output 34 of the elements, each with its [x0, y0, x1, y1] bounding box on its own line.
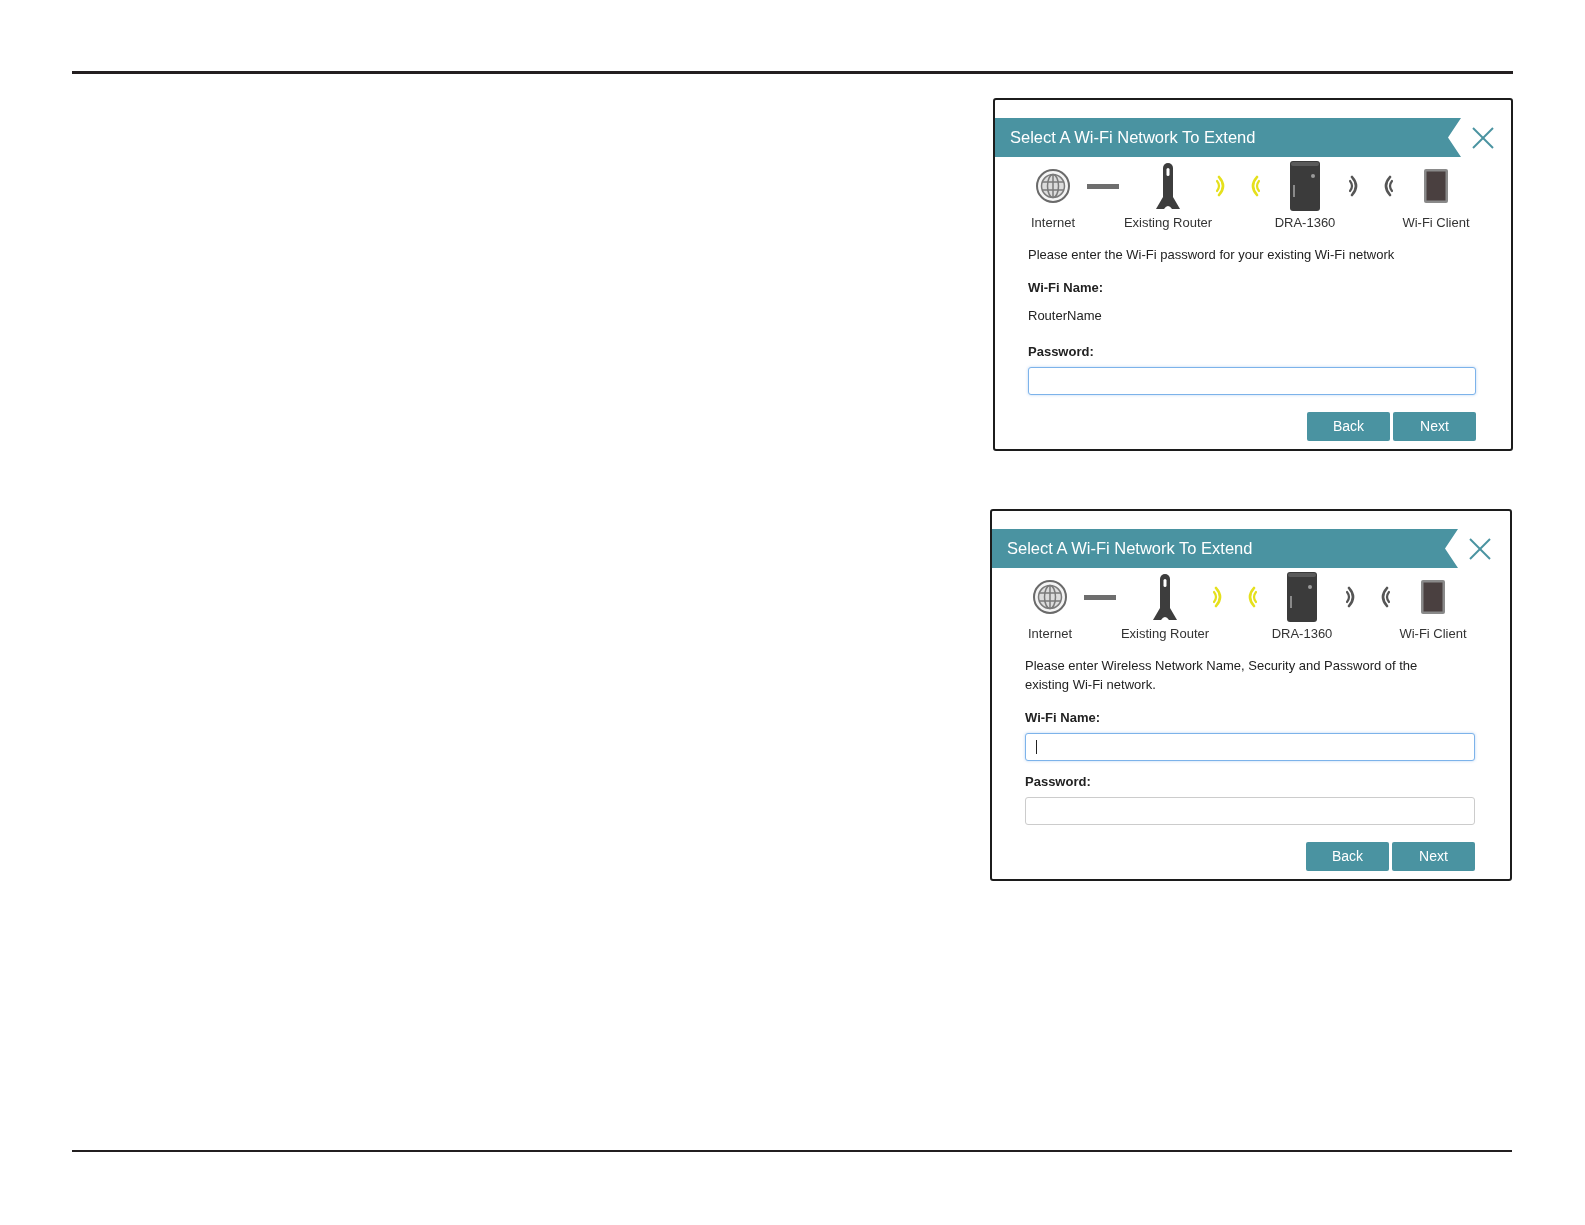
back-button[interactable]: Back	[1306, 842, 1389, 871]
field-label: Password:	[1025, 773, 1091, 791]
device-label: Internet	[1030, 215, 1076, 231]
device-label: Internet	[1027, 626, 1073, 642]
extender-device-icon	[1290, 161, 1320, 211]
next-button[interactable]: Next	[1393, 412, 1476, 441]
device-label: Existing Router	[1123, 215, 1213, 231]
device-label: DRA-1360	[1271, 626, 1333, 642]
dialog-title: Select A Wi-Fi Network To Extend	[1007, 538, 1253, 560]
globe-icon	[1033, 580, 1067, 614]
globe-icon	[1036, 169, 1070, 203]
router-icon	[1155, 163, 1181, 209]
device-label: DRA-1360	[1274, 215, 1336, 231]
device-label: Existing Router	[1120, 626, 1210, 642]
field-label: Wi-Fi Name:	[1028, 279, 1103, 297]
next-button[interactable]: Next	[1392, 842, 1475, 871]
device-label: Wi-Fi Client	[1402, 215, 1470, 231]
field-label: Password:	[1028, 343, 1094, 361]
input-field[interactable]	[1028, 367, 1476, 395]
instruction-text: Please enter the Wi-Fi password for your existing Wi-Fi network	[1028, 246, 1395, 264]
instruction-text: Please enter Wireless Network Name, Security and Password of the existing Wi-Fi network.	[1025, 657, 1419, 694]
router-icon	[1152, 574, 1178, 620]
close-icon[interactable]	[1472, 126, 1494, 149]
tablet-icon	[1421, 580, 1445, 614]
device-label: Wi-Fi Client	[1399, 626, 1467, 642]
extender-device-icon	[1287, 572, 1317, 622]
back-button[interactable]: Back	[1307, 412, 1390, 441]
field-value: RouterName	[1028, 307, 1102, 325]
field-label: Wi-Fi Name:	[1025, 709, 1100, 727]
tablet-icon	[1424, 169, 1448, 203]
input-field[interactable]	[1025, 733, 1475, 761]
dialog-title: Select A Wi-Fi Network To Extend	[1010, 127, 1256, 149]
input-field[interactable]	[1025, 797, 1475, 825]
close-icon[interactable]	[1469, 537, 1491, 560]
